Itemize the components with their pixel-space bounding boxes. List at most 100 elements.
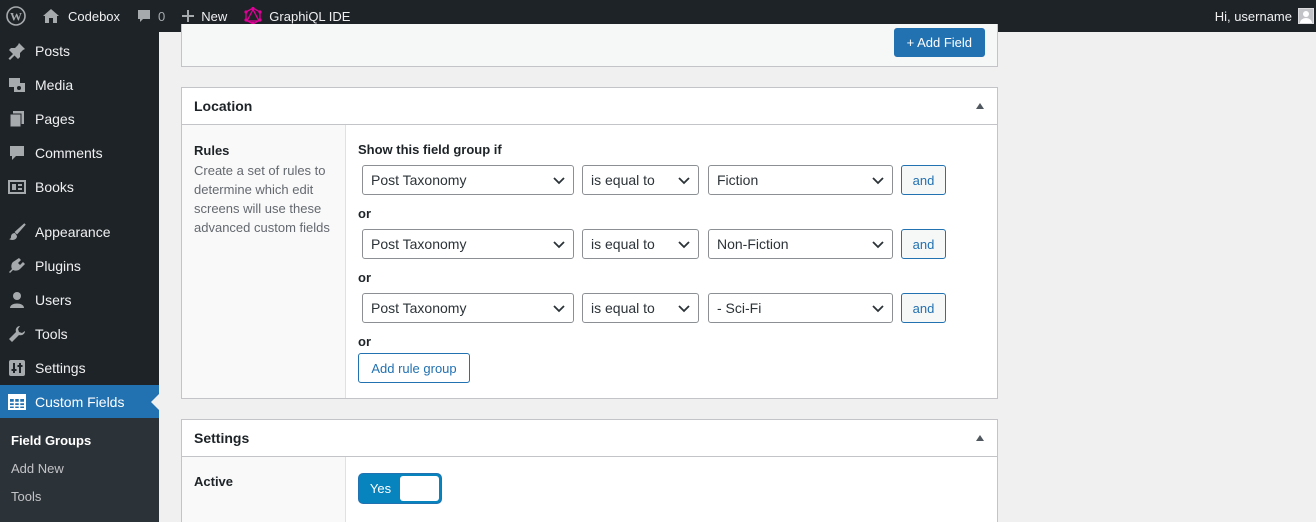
and-button[interactable]: and (901, 293, 946, 323)
greeting: Hi, username (1214, 8, 1292, 24)
or-label: or (358, 270, 371, 285)
select-value: is equal to (591, 300, 655, 316)
show-if-label: Show this field group if (358, 142, 502, 157)
active-label: Active (194, 474, 234, 489)
select-value: - Sci-Fi (717, 300, 762, 316)
select-value: Post Taxonomy (371, 236, 467, 252)
chevron-down-icon (553, 241, 565, 249)
user-icon (7, 290, 27, 310)
site-name: Codebox (68, 8, 121, 24)
rule-param-select[interactable]: Post Taxonomy (362, 165, 574, 195)
graphiql-label: GraphiQL IDE (269, 8, 351, 24)
location-panel-header[interactable]: Location (182, 88, 997, 125)
select-value: Post Taxonomy (371, 300, 467, 316)
wrench-icon (7, 324, 27, 344)
sidebar-item-label: Books (35, 179, 74, 195)
admin-sidebar: Posts Media Pages Comments Books Appeara… (0, 32, 159, 522)
rule-value-select[interactable]: Fiction (708, 165, 893, 195)
settings-panel-header[interactable]: Settings (182, 420, 997, 457)
sidebar-item-comments[interactable]: Comments (0, 136, 159, 170)
rule-value-select[interactable]: Non-Fiction (708, 229, 893, 259)
plus-icon (182, 10, 195, 22)
comment-icon (138, 10, 151, 22)
active-toggle-switch[interactable]: Yes (358, 473, 442, 504)
collapse-arrow-icon[interactable] (976, 103, 984, 109)
sidebar-item-label: Plugins (35, 258, 81, 274)
sidebar-item-books[interactable]: Books (0, 170, 159, 204)
add-field-button[interactable]: + Add Field (893, 28, 985, 57)
comments-link[interactable]: 0 (128, 0, 173, 32)
submenu-item-field-groups[interactable]: Field Groups (11, 433, 91, 448)
rule-value-select[interactable]: - Sci-Fi (708, 293, 893, 323)
submenu-item-tools[interactable]: Tools (11, 489, 41, 504)
new-label: New (201, 8, 228, 24)
table-icon (7, 392, 27, 412)
chevron-down-icon (553, 305, 565, 313)
rules-label-column: Rules Create a set of rules to determine… (182, 125, 346, 398)
chevron-down-icon (678, 177, 690, 185)
comment-icon (7, 143, 27, 163)
chevron-down-icon (872, 241, 884, 249)
sidebar-item-plugins[interactable]: Plugins (0, 249, 159, 283)
pin-icon (7, 41, 27, 61)
and-button[interactable]: and (901, 229, 946, 259)
rules-area: Show this field group if Post Taxonomy i… (358, 125, 997, 398)
wordpress-logo-icon[interactable]: W (0, 0, 32, 32)
avatar (1298, 8, 1314, 24)
and-button[interactable]: and (901, 165, 946, 195)
account-menu[interactable]: Hi, username (1207, 0, 1316, 32)
chevron-down-icon (678, 305, 690, 313)
or-label: or (358, 206, 371, 221)
sidebar-item-label: Comments (35, 145, 103, 161)
sidebar-item-label: Posts (35, 43, 71, 59)
comments-count: 0 (158, 8, 166, 24)
settings-icon (7, 358, 27, 378)
sidebar-item-posts[interactable]: Posts (0, 34, 159, 68)
rule-param-select[interactable]: Post Taxonomy (362, 229, 574, 259)
collapse-arrow-icon[interactable] (976, 435, 984, 441)
select-value: Non-Fiction (717, 236, 789, 252)
chevron-down-icon (872, 177, 884, 185)
rules-description: Create a set of rules to determine which… (194, 163, 330, 235)
select-value: Fiction (717, 172, 759, 188)
sidebar-item-appearance[interactable]: Appearance (0, 215, 159, 249)
rule-operator-select[interactable]: is equal to (582, 293, 699, 323)
sidebar-item-label: Pages (35, 111, 75, 127)
brush-icon (7, 222, 27, 242)
sidebar-item-custom-fields[interactable]: Custom Fields (0, 385, 159, 419)
sidebar-item-label: Appearance (35, 224, 111, 240)
select-value: is equal to (591, 172, 655, 188)
sidebar-item-label: Media (35, 77, 74, 93)
sidebar-item-label: Custom Fields (35, 394, 125, 410)
rules-label: Rules (194, 143, 230, 158)
panel-title: Location (194, 98, 253, 114)
sidebar-item-media[interactable]: Media (0, 68, 159, 102)
graphql-icon (244, 6, 262, 26)
chevron-down-icon (678, 241, 690, 249)
pages-icon (7, 109, 27, 129)
sidebar-item-label: Users (35, 292, 72, 308)
books-icon (7, 177, 27, 197)
rule-operator-select[interactable]: is equal to (582, 165, 699, 195)
or-label: or (358, 334, 371, 349)
panel-title: Settings (194, 430, 250, 446)
home-icon (43, 9, 59, 23)
custom-fields-submenu: Field Groups Add New Tools (0, 418, 159, 522)
toggle-knob (400, 476, 439, 501)
rule-param-select[interactable]: Post Taxonomy (362, 293, 574, 323)
sidebar-item-label: Settings (35, 360, 86, 376)
chevron-down-icon (872, 305, 884, 313)
sidebar-item-settings[interactable]: Settings (0, 351, 159, 385)
site-name-link[interactable]: Codebox (32, 0, 128, 32)
sidebar-item-tools[interactable]: Tools (0, 317, 159, 351)
sidebar-item-pages[interactable]: Pages (0, 102, 159, 136)
fields-panel-footer: + Add Field (181, 24, 998, 67)
plugin-icon (7, 256, 27, 276)
settings-panel: Settings Active Yes (181, 419, 998, 522)
chevron-down-icon (553, 177, 565, 185)
sidebar-item-users[interactable]: Users (0, 283, 159, 317)
submenu-item-add-new[interactable]: Add New (11, 461, 64, 476)
rule-operator-select[interactable]: is equal to (582, 229, 699, 259)
svg-text:W: W (10, 10, 22, 24)
add-rule-group-button[interactable]: Add rule group (358, 353, 470, 383)
